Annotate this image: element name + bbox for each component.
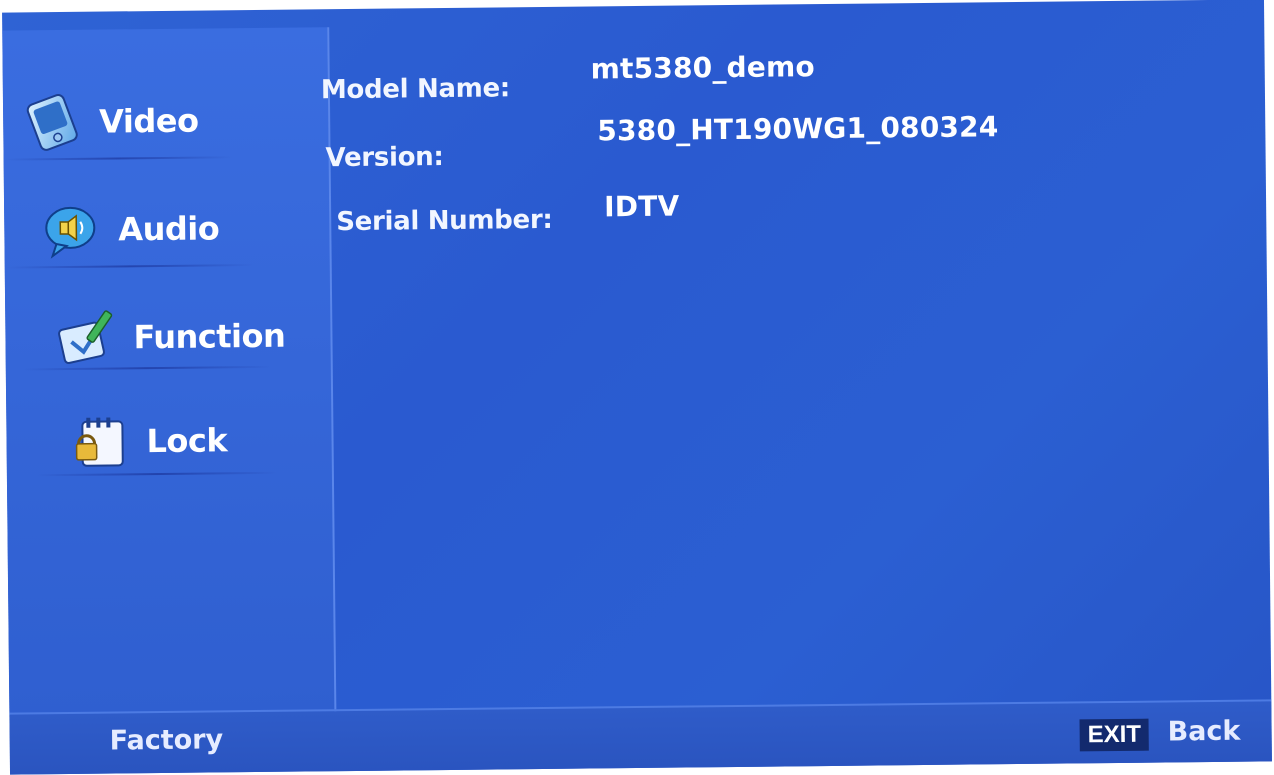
sidebar-item-label: Lock (146, 421, 228, 461)
tv-menu-panel: Video Audio Function Lock Model Name: mt… (2, 0, 1272, 775)
version-label: Version: (325, 142, 444, 174)
footer-bar: Factory EXIT Back (9, 699, 1272, 775)
back-button[interactable]: Back (1167, 716, 1240, 748)
exit-key-badge[interactable]: EXIT (1079, 718, 1150, 752)
sidebar: Video Audio Function Lock (2, 27, 337, 721)
menu-title: Factory (109, 724, 224, 757)
model-name-label: Model Name: (320, 73, 511, 106)
function-pen-icon (58, 310, 113, 364)
audio-speaker-icon (45, 206, 96, 259)
sidebar-item-label: Video (98, 101, 199, 141)
serial-number-label: Serial Number: (336, 204, 553, 238)
sidebar-item-label: Function (133, 316, 286, 357)
serial-number-value: IDTV (603, 189, 680, 224)
screen: Video Audio Function Lock Model Name: mt… (0, 0, 1274, 775)
sidebar-item-lock[interactable]: Lock (68, 390, 228, 492)
version-value: 5380_HT190WG1_080324 (597, 110, 999, 148)
sidebar-item-label: Audio (118, 209, 220, 249)
sidebar-item-function[interactable]: Function (55, 286, 286, 388)
lock-icon (75, 417, 124, 467)
model-name-value: mt5380_demo (590, 50, 815, 86)
video-icon (26, 94, 78, 151)
